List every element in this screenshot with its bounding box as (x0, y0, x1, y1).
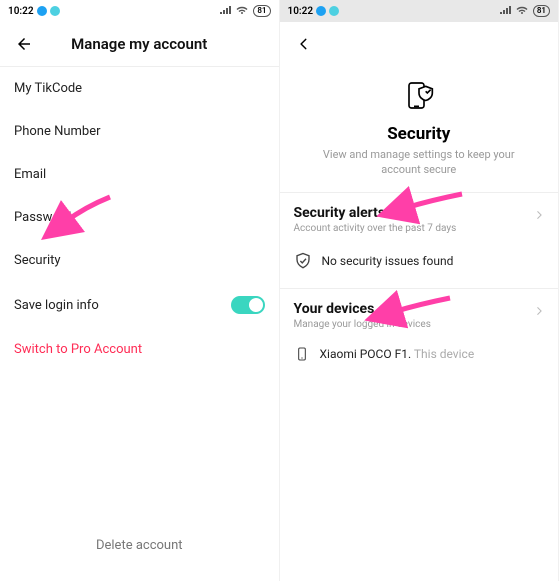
menu-item-security[interactable]: Security (0, 239, 279, 282)
chevron-right-icon (534, 207, 544, 226)
menu-item-label: Password (14, 210, 71, 225)
menu-item-save-login[interactable]: Save login info (0, 282, 279, 328)
save-login-toggle[interactable] (231, 296, 265, 314)
section-title: Your devices (294, 301, 545, 317)
security-subheading: View and manage settings to keep your ac… (304, 148, 535, 178)
security-heading: Security (304, 124, 535, 144)
back-button[interactable] (294, 34, 314, 54)
phone-icon (294, 346, 310, 362)
wifi-icon (235, 5, 249, 18)
notification-icon (50, 6, 60, 16)
menu-item-label: My TikCode (14, 81, 82, 96)
section-title: Security alerts (294, 205, 545, 221)
menu-item-email[interactable]: Email (0, 153, 279, 196)
signal-icon (219, 5, 231, 18)
arrow-left-icon (15, 35, 33, 53)
header: Manage my account (0, 22, 279, 67)
signal-icon (499, 5, 511, 18)
device-shield-icon (399, 78, 439, 118)
security-screen: 10:22 81 Security View and manage settin… (280, 0, 559, 581)
status-bar: 10:22 81 (280, 0, 559, 22)
menu-item-label: Security (14, 253, 61, 268)
status-time: 10:22 (288, 6, 314, 17)
messenger-icon (37, 6, 47, 16)
chevron-left-icon (297, 37, 311, 51)
battery-icon: 81 (533, 5, 550, 17)
back-button[interactable] (14, 34, 34, 54)
shield-check-icon (294, 252, 312, 270)
menu-item-switch-pro[interactable]: Switch to Pro Account (0, 328, 279, 371)
security-status-text: No security issues found (322, 254, 454, 268)
status-time: 10:22 (8, 6, 34, 17)
menu-item-label: Switch to Pro Account (14, 342, 142, 357)
menu-item-phone[interactable]: Phone Number (0, 110, 279, 153)
menu-item-label: Phone Number (14, 124, 101, 139)
manage-account-screen: 10:22 81 Manage my account My TikCode Ph… (0, 0, 280, 581)
status-bar: 10:22 81 (0, 0, 279, 22)
section-subtitle: Account activity over the past 7 days (294, 223, 545, 234)
device-row[interactable]: Xiaomi POCO F1. This device (280, 334, 559, 374)
security-hero: Security View and manage settings to kee… (280, 66, 559, 193)
delete-label: Delete account (96, 538, 183, 553)
section-subtitle: Manage your logged in devices (294, 319, 545, 330)
menu-item-label: Save login info (14, 298, 99, 313)
chevron-right-icon (534, 303, 544, 322)
messenger-icon (316, 6, 326, 16)
battery-icon: 81 (253, 5, 270, 17)
delete-account-button[interactable]: Delete account (0, 538, 279, 553)
security-alerts-row[interactable]: Security alerts Account activity over th… (280, 193, 559, 238)
menu-item-label: Email (14, 167, 46, 182)
wifi-icon (515, 5, 529, 18)
page-title: Manage my account (71, 35, 207, 53)
menu-item-tikcode[interactable]: My TikCode (0, 67, 279, 110)
security-status: No security issues found (280, 238, 559, 289)
header (280, 22, 559, 66)
device-suffix: This device (414, 347, 474, 361)
menu-item-password[interactable]: Password (0, 196, 279, 239)
device-name: Xiaomi POCO F1. (320, 347, 412, 361)
notification-icon (329, 6, 339, 16)
your-devices-row[interactable]: Your devices Manage your logged in devic… (280, 289, 559, 334)
